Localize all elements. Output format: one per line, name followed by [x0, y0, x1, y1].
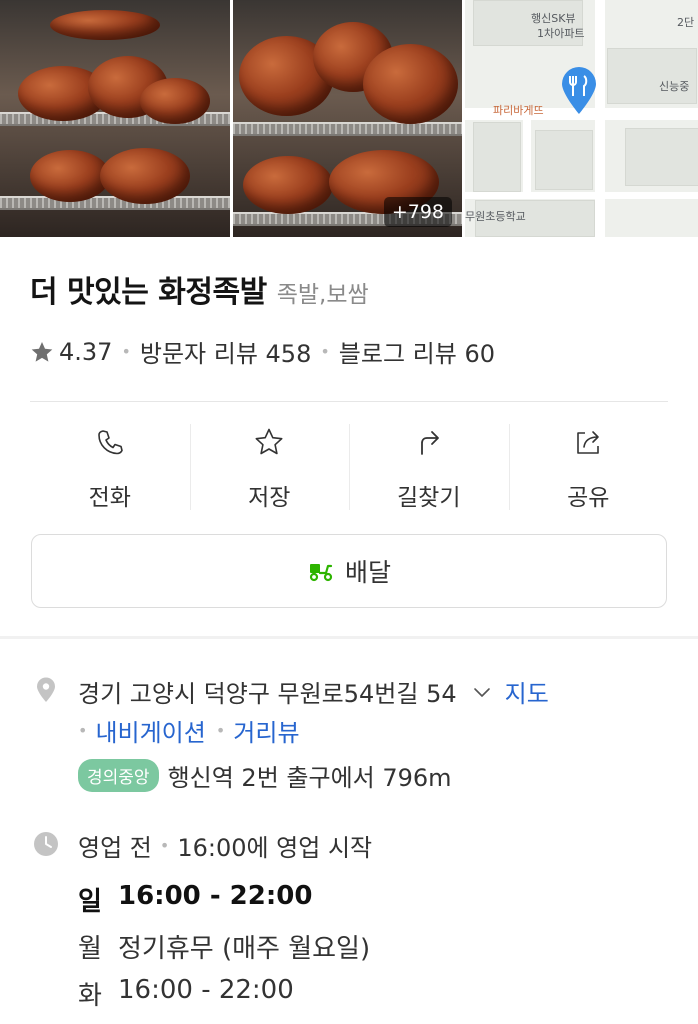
map-label-bakery: 파리바게뜨 — [493, 104, 544, 117]
address-row: 경기 고양시 덕양구 무원로54번길 54 지도 — [78, 674, 549, 709]
separator-dot: • — [121, 342, 131, 361]
place-title-row: 더 맛있는 화정족발 족발,보쌈 — [30, 267, 369, 311]
map-label: 1차아파트 — [537, 27, 585, 40]
clock-icon — [34, 832, 58, 856]
delivery-label: 배달 — [344, 558, 391, 587]
directions-icon — [420, 431, 439, 455]
photo-strip: +798 행신SK뷰 1차아파트 2단 신능중 파리바게뜨 무원초등학교 — [0, 0, 698, 237]
place-category: 족발,보쌈 — [276, 282, 369, 308]
hours-time: 16:00 - 22:00 — [118, 881, 313, 911]
map-label: 행신SK뷰 — [531, 12, 576, 25]
separator-dot: • — [320, 342, 330, 361]
hours-time: 16:00 - 22:00 — [118, 975, 294, 1005]
visitor-reviews-link[interactable]: 방문자 리뷰 458 — [140, 334, 311, 369]
save-button[interactable]: 저장 — [189, 422, 350, 512]
map-link[interactable]: 지도 — [505, 674, 549, 709]
hours-status-row[interactable]: 영업 전 • 16:00에 영업 시작 — [78, 828, 372, 863]
navigation-links-row: • 내비게이션 • 거리뷰 — [78, 713, 300, 748]
blog-reviews-link[interactable]: 블로그 리뷰 60 — [339, 334, 495, 369]
rating-value: 4.37 — [59, 337, 113, 366]
subway-line-badge: 경의중앙 — [78, 759, 159, 792]
map-pin-icon — [562, 67, 596, 114]
photo-count-badge[interactable]: +798 — [383, 197, 452, 227]
navigation-link[interactable]: 내비게이션 — [95, 713, 205, 748]
map-label: 신능중 — [659, 80, 690, 93]
star-icon — [255, 428, 283, 455]
save-label: 저장 — [248, 485, 291, 511]
share-label: 공유 — [567, 485, 610, 511]
food-photo-1[interactable] — [0, 0, 230, 237]
action-bar: 전화 저장 길찾기 공유 — [30, 422, 668, 512]
separator-dot: • — [78, 721, 88, 740]
address-text[interactable]: 경기 고양시 덕양구 무원로54번길 54 — [78, 674, 457, 709]
chevron-down-icon[interactable] — [471, 681, 493, 703]
transit-row: 경의중앙 행신역 2번 출구에서 796m — [78, 758, 452, 793]
station-directions: 행신역 2번 출구에서 796m — [167, 764, 452, 792]
street-view-link[interactable]: 거리뷰 — [233, 713, 299, 748]
location-pin-icon — [37, 677, 55, 702]
food-photo-2[interactable]: +798 — [233, 0, 462, 237]
place-name: 더 맛있는 화정족발 — [30, 275, 267, 310]
separator-dot: • — [215, 721, 226, 740]
rating-row: 4.37 • 방문자 리뷰 458 • 블로그 리뷰 60 — [30, 334, 495, 369]
separator-dot: • — [159, 836, 170, 855]
hours-time: 정기휴무 (매주 월요일) — [118, 934, 371, 964]
call-label: 전화 — [88, 485, 131, 511]
location-map[interactable]: 행신SK뷰 1차아파트 2단 신능중 파리바게뜨 무원초등학교 — [465, 0, 698, 237]
hours-day: 화 — [78, 981, 102, 1011]
directions-button[interactable]: 길찾기 — [349, 422, 509, 512]
share-button[interactable]: 공유 — [508, 422, 669, 512]
business-status-detail: 16:00에 영업 시작 — [177, 834, 373, 862]
delivery-scooter-icon — [309, 564, 333, 582]
section-separator — [0, 636, 698, 639]
directions-label: 길찾기 — [397, 485, 461, 511]
hours-day: 일 — [78, 887, 102, 917]
call-button[interactable]: 전화 — [30, 422, 190, 512]
rating-star-icon — [31, 341, 53, 362]
map-label: 2단 — [677, 16, 695, 29]
hours-day: 월 — [78, 934, 102, 964]
share-icon — [577, 431, 600, 454]
phone-icon — [97, 430, 123, 455]
divider — [30, 401, 668, 402]
business-status: 영업 전 — [78, 834, 152, 862]
hours-row: 월 정기휴무 (매주 월요일) — [78, 928, 370, 965]
delivery-button[interactable]: 배달 — [31, 534, 667, 608]
map-label-school: 무원초등학교 — [465, 210, 526, 223]
hours-row-today: 일 16:00 - 22:00 — [78, 881, 312, 918]
hours-row: 화 16:00 - 22:00 — [78, 975, 294, 1012]
